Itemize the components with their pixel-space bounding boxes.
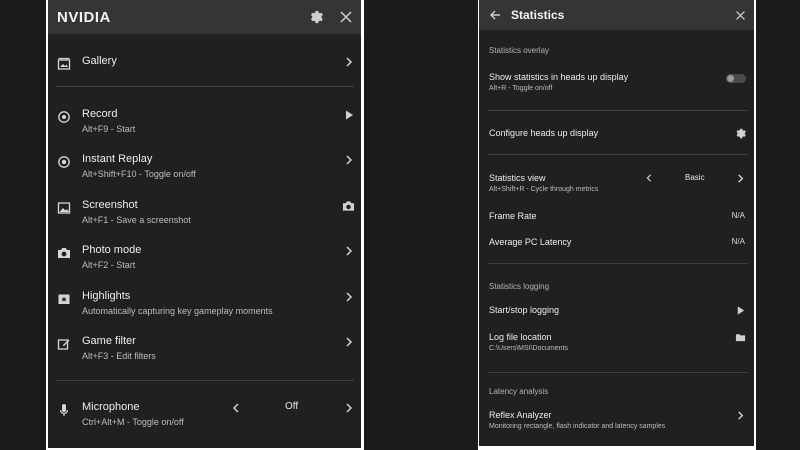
divider (56, 86, 354, 87)
chevron-right-icon (343, 56, 355, 68)
play-icon (343, 109, 355, 121)
menu-item-shortcut: Alt+F1 - Save a screenshot (82, 215, 191, 225)
menu-item-title: Screenshot (82, 199, 138, 211)
gear-icon (735, 128, 746, 139)
microphone-value: Off (285, 401, 299, 412)
back-arrow-icon[interactable] (489, 9, 501, 21)
menu-item-title: Highlights (82, 290, 131, 302)
folder-icon (735, 332, 746, 343)
menu-item-screenshot[interactable]: Screenshot Alt+F1 - Save a screenshot (48, 199, 361, 239)
menu-item-title: Microphone (82, 401, 140, 413)
instant-replay-icon (57, 155, 71, 169)
section-statistics-overlay: Statistics overlay (489, 46, 550, 55)
section-latency-analysis: Latency analysis (489, 387, 549, 396)
row-shortcut: Alt+R - Toggle on/off (489, 85, 553, 92)
menu-item-shortcut: Alt+F3 - Edit filters (82, 351, 156, 361)
menu-item-shortcut: Alt+F2 - Start (82, 260, 136, 270)
show-statistics-toggle[interactable] (726, 74, 746, 83)
panel-title: Statistics (511, 8, 565, 22)
menu-item-highlights[interactable]: Highlights Automatically capturing key g… (48, 290, 361, 330)
latency-value: N/A (731, 237, 745, 246)
menu-item-title: Gallery (82, 55, 117, 67)
menu-item-photo-mode[interactable]: Photo mode Alt+F2 - Start (48, 244, 361, 284)
camera-icon[interactable] (342, 200, 355, 212)
chevron-right-icon (735, 410, 746, 421)
menu-item-microphone[interactable]: Microphone Ctrl+Alt+M - Toggle on/off Of… (48, 401, 361, 441)
statistics-view-value: Basic (685, 173, 705, 182)
nvidia-overlay-frame: NVIDIA Gallery Record Alt+F9 - Start Ins… (46, 0, 364, 450)
chevron-right-icon (343, 336, 355, 348)
play-icon (735, 305, 746, 316)
frame-rate-value: N/A (731, 211, 745, 220)
statistics-panel: Statistics Statistics overlay Show stati… (479, 0, 754, 446)
highlights-icon (57, 292, 71, 306)
divider (488, 263, 748, 264)
nvidia-overlay-panel: NVIDIA Gallery Record Alt+F9 - Start Ins… (48, 0, 361, 448)
edit-filter-icon (57, 337, 71, 351)
microphone-icon (57, 403, 71, 417)
menu-item-shortcut: Alt+Shift+F10 - Toggle on/off (82, 169, 196, 179)
row-path: C:\Users\MSI\Documents (489, 345, 568, 352)
row-title: Log file location (489, 332, 552, 342)
row-title: Average PC Latency (489, 237, 572, 247)
record-icon (57, 110, 71, 124)
section-statistics-logging: Statistics logging (489, 282, 550, 291)
menu-item-title: Photo mode (82, 244, 142, 256)
row-shortcut: Alt+Shift+R - Cycle through metrics (489, 186, 599, 193)
chevron-left-icon[interactable] (231, 402, 241, 414)
menu-item-title: Game filter (82, 335, 136, 347)
menu-item-description: Automatically capturing key gameplay mom… (82, 306, 273, 316)
divider (488, 110, 748, 111)
row-title: Show statistics in heads up display (489, 72, 629, 82)
chevron-right-icon (343, 154, 355, 166)
row-description: Monitoring rectangle, flash indicator an… (489, 423, 666, 430)
chevron-right-icon (343, 245, 355, 257)
menu-item-record[interactable]: Record Alt+F9 - Start (48, 108, 361, 148)
chevron-right-icon[interactable] (343, 402, 355, 414)
menu-item-game-filter[interactable]: Game filter Alt+F3 - Edit filters (48, 335, 361, 375)
panel-header: Statistics (479, 0, 754, 30)
chevron-right-icon (343, 291, 355, 303)
image-icon (57, 201, 71, 215)
close-icon[interactable] (735, 10, 746, 21)
menu-item-shortcut: Ctrl+Alt+M - Toggle on/off (82, 417, 184, 427)
divider (56, 380, 354, 381)
row-title: Configure heads up display (489, 128, 599, 138)
gallery-icon (57, 57, 71, 71)
panel-title: NVIDIA (57, 8, 111, 26)
toggle-knob (727, 75, 734, 82)
menu-item-title: Instant Replay (82, 153, 153, 165)
menu-item-shortcut: Alt+F9 - Start (82, 124, 136, 134)
panel-header: NVIDIA (48, 0, 361, 34)
row-title: Start/stop logging (489, 305, 560, 315)
close-icon[interactable] (339, 10, 353, 24)
row-title: Statistics view (489, 173, 546, 183)
chevron-left-icon[interactable] (645, 173, 653, 183)
divider (488, 154, 748, 155)
gear-icon[interactable] (309, 10, 323, 24)
divider (488, 372, 748, 373)
row-title: Reflex Analyzer (489, 410, 552, 420)
row-title: Frame Rate (489, 211, 537, 221)
camera-icon (57, 246, 71, 260)
menu-item-gallery[interactable]: Gallery (48, 55, 361, 95)
chevron-right-icon[interactable] (735, 173, 746, 184)
statistics-frame: Statistics Statistics overlay Show stati… (478, 0, 756, 450)
menu-item-instant-replay[interactable]: Instant Replay Alt+Shift+F10 - Toggle on… (48, 153, 361, 193)
menu-item-title: Record (82, 108, 118, 120)
